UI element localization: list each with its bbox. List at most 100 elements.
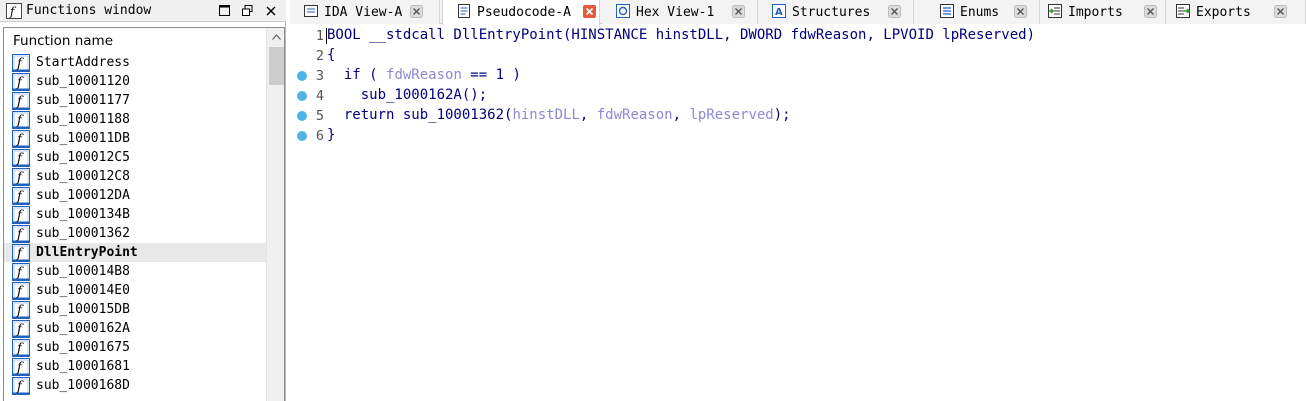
float-window-icon[interactable] [216, 2, 233, 19]
code-text: if ( fdwReason == 1 ) [327, 67, 521, 83]
tab-hex-view-1[interactable]: Hex View-1 [602, 0, 758, 24]
function-f-icon: f [12, 320, 30, 338]
function-f-icon: f [12, 73, 30, 91]
function-row[interactable]: f DllEntryPoint [4, 243, 266, 262]
function-row[interactable]: f sub_100014E0 [4, 281, 266, 300]
function-row[interactable]: f sub_10001177 [4, 91, 266, 110]
function-name: StartAddress [36, 55, 130, 70]
code-line[interactable]: 4 sub_1000162A(); [290, 86, 1306, 106]
code-token: , [579, 107, 597, 123]
variable-token[interactable]: hinstDLL [512, 107, 579, 123]
function-row[interactable]: f sub_100012C5 [4, 148, 266, 167]
tab-label: Pseudocode-A [477, 5, 571, 20]
function-f-icon: f [12, 206, 30, 224]
function-f-icon: f [12, 244, 30, 262]
function-row[interactable]: f sub_10001120 [4, 72, 266, 91]
variable-token[interactable]: fdwReason [597, 107, 673, 123]
breakpoint-dot-icon[interactable] [297, 111, 307, 121]
function-f-icon: f [12, 187, 30, 205]
function-f-icon: f [12, 301, 30, 319]
scroll-thumb[interactable] [269, 47, 284, 85]
function-row[interactable]: f sub_100012C8 [4, 167, 266, 186]
line-number: 4 [315, 88, 324, 104]
scroll-up-arrow-icon[interactable] [267, 28, 284, 46]
code-line[interactable]: 2{ [290, 46, 1306, 66]
tab-label: Hex View-1 [636, 5, 715, 20]
variable-token[interactable]: lpReserved [689, 107, 773, 123]
code-text: BOOL __stdcall DllEntryPoint(HINSTANCE h… [327, 27, 1035, 43]
function-f-icon: f [12, 92, 30, 110]
code-line[interactable]: 6} [290, 126, 1306, 146]
function-f-icon: f [12, 130, 30, 148]
breakpoint-dot-icon[interactable] [297, 91, 307, 101]
imports-icon [1048, 4, 1062, 18]
code-token: } [327, 127, 336, 143]
tab-label: IDA View-A [324, 5, 403, 20]
tab-close-icon[interactable] [1274, 5, 1287, 18]
tab-close-icon[interactable] [583, 5, 596, 18]
tab-close-icon[interactable] [1144, 5, 1157, 18]
code-token: return sub_10001362( [327, 107, 513, 123]
code-text: sub_1000162A(); [327, 87, 487, 103]
function-row[interactable]: f sub_10001188 [4, 110, 266, 129]
function-row[interactable]: f sub_10001681 [4, 357, 266, 376]
function-name: sub_100015DB [36, 302, 130, 317]
code-line[interactable]: 3 if ( fdwReason == 1 ) [290, 66, 1306, 86]
restore-window-icon[interactable] [239, 2, 256, 19]
tab-close-icon[interactable] [1014, 5, 1027, 18]
line-number: 2 [315, 48, 324, 64]
function-row[interactable]: f sub_100012DA [4, 186, 266, 205]
tab-structures[interactable]: A Structures [758, 0, 914, 24]
function-f-icon: f [12, 168, 30, 186]
structures-icon: A [772, 4, 786, 18]
hex-view-icon [616, 4, 630, 18]
function-row[interactable]: f sub_100015DB [4, 300, 266, 319]
code-line[interactable]: 1 BOOL __stdcall DllEntryPoint(HINSTANCE … [290, 26, 1306, 46]
code-token: sub_1000162A(); [327, 87, 488, 103]
tab-bar: IDA View-A Pseudocode-A Hex View-1 A Structu… [290, 0, 1306, 25]
function-name: sub_100012DA [36, 188, 130, 203]
function-name: sub_10001188 [36, 112, 130, 127]
tab-close-icon[interactable] [410, 5, 423, 18]
tab-exports[interactable]: Exports [1166, 0, 1306, 24]
function-f-icon: f [12, 263, 30, 281]
function-row[interactable]: f sub_1000168D [4, 376, 266, 395]
function-row[interactable]: f StartAddress [4, 53, 266, 72]
function-f-icon: f [12, 54, 30, 72]
function-name: sub_100011DB [36, 131, 130, 146]
function-name-column-header[interactable]: Function name [4, 28, 266, 53]
function-row[interactable]: f sub_100011DB [4, 129, 266, 148]
function-name: sub_10001362 [36, 226, 130, 241]
function-row[interactable]: f sub_10001675 [4, 338, 266, 357]
tab-imports[interactable]: Imports [1040, 0, 1166, 24]
tab-enums[interactable]: Enums [914, 0, 1040, 24]
tab-label: Enums [960, 5, 1000, 20]
function-name: sub_1000162A [36, 321, 130, 336]
function-row[interactable]: f sub_10001362 [4, 224, 266, 243]
function-name: sub_1000134B [36, 207, 130, 222]
function-row[interactable]: f sub_100014B8 [4, 262, 266, 281]
tab-close-icon[interactable] [732, 5, 745, 18]
tab-close-icon[interactable] [888, 5, 901, 18]
tab-pseudocode-a[interactable]: Pseudocode-A [442, 0, 600, 25]
function-name: DllEntryPoint [36, 245, 138, 260]
pseudocode-view[interactable]: 1 BOOL __stdcall DllEntryPoint(HINSTANCE … [290, 25, 1306, 401]
functions-scrollbar[interactable] [266, 28, 284, 401]
functions-list: Function name f StartAddress f sub_10001120… [3, 27, 285, 401]
function-row[interactable]: f sub_1000134B [4, 205, 266, 224]
function-f-icon: f [12, 339, 30, 357]
function-name: sub_100012C5 [36, 150, 130, 165]
functions-window-title: Functions window [26, 3, 152, 18]
close-window-icon[interactable] [262, 2, 279, 19]
functions-window: f Functions window Function name f StartA… [0, 0, 286, 401]
code-line[interactable]: 5 return sub_10001362(hinstDLL, fdwReaso… [290, 106, 1306, 126]
function-f-icon: f [12, 282, 30, 300]
tab-ida-view-a[interactable]: IDA View-A [290, 0, 440, 24]
function-f-icon: f [12, 225, 30, 243]
code-token: if ( [327, 67, 387, 83]
variable-token[interactable]: fdwReason [386, 67, 462, 83]
breakpoint-dot-icon[interactable] [297, 131, 307, 141]
breakpoint-dot-icon[interactable] [297, 71, 307, 81]
function-name: sub_10001177 [36, 93, 130, 108]
function-row[interactable]: f sub_1000162A [4, 319, 266, 338]
